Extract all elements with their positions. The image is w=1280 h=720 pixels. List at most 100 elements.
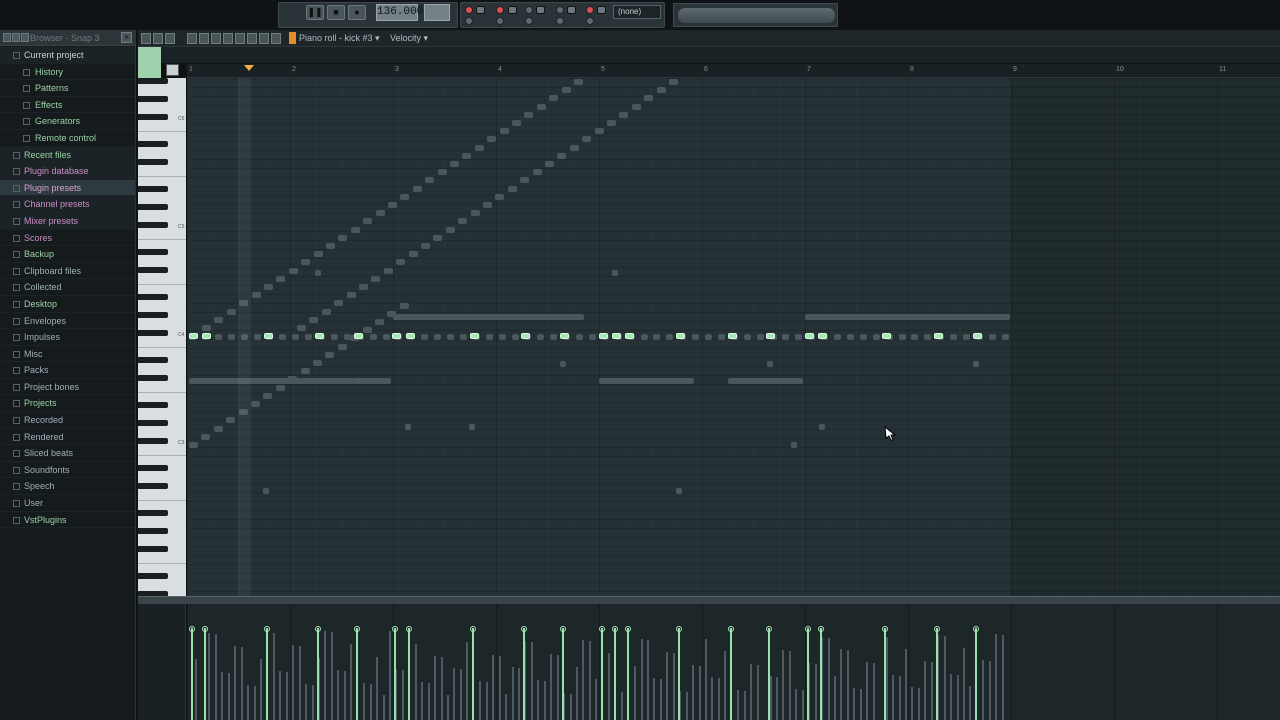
auto-led-icon[interactable] xyxy=(525,17,533,25)
black-key[interactable] xyxy=(138,312,168,318)
browser-collapse-icon[interactable] xyxy=(21,33,29,42)
note-ghost[interactable] xyxy=(251,292,261,299)
velocity-bar[interactable] xyxy=(221,672,224,720)
velocity-handle[interactable] xyxy=(354,626,360,632)
note-ghost[interactable] xyxy=(353,378,391,384)
velocity-bar-selected[interactable] xyxy=(204,628,206,720)
note-ghost[interactable] xyxy=(189,378,354,384)
velocity-bar[interactable] xyxy=(401,670,404,720)
velocity-bar[interactable] xyxy=(240,647,243,720)
note-selected[interactable] xyxy=(264,333,273,339)
note-ghost[interactable] xyxy=(872,334,880,340)
note-ghost[interactable] xyxy=(705,334,712,340)
note-ghost[interactable] xyxy=(631,103,641,110)
velocity-bar[interactable] xyxy=(608,653,611,720)
note-ghost[interactable] xyxy=(447,334,454,340)
note-ghost[interactable] xyxy=(462,152,472,159)
note-ghost[interactable] xyxy=(846,334,854,340)
note-ghost[interactable] xyxy=(834,334,841,340)
velocity-bar-selected[interactable] xyxy=(614,628,616,720)
velocity-bar[interactable] xyxy=(666,652,669,720)
note-ghost[interactable] xyxy=(594,128,604,135)
note-ghost[interactable] xyxy=(644,95,654,102)
black-key[interactable] xyxy=(138,159,168,165)
note-selected[interactable] xyxy=(818,333,827,339)
browser-item[interactable]: Impulses xyxy=(0,329,135,346)
note-ghost[interactable] xyxy=(545,161,554,167)
velocity-bar-selected[interactable] xyxy=(408,628,410,720)
note-ghost[interactable] xyxy=(445,226,455,233)
browser-item[interactable]: Soundfonts xyxy=(0,462,135,479)
browser-item[interactable]: Scores xyxy=(0,230,135,247)
close-icon[interactable]: × xyxy=(121,32,132,43)
velocity-bar[interactable] xyxy=(453,668,456,720)
browser-item[interactable]: Backup xyxy=(0,246,135,263)
note-ghost[interactable] xyxy=(485,334,493,340)
browser-item[interactable]: Misc xyxy=(0,346,135,363)
velocity-bar[interactable] xyxy=(846,650,849,720)
note-ghost[interactable] xyxy=(393,314,584,320)
note-ghost[interactable] xyxy=(743,334,751,340)
note-ghost[interactable] xyxy=(292,334,300,340)
velocity-handle[interactable] xyxy=(392,626,398,632)
velocity-bar[interactable] xyxy=(414,644,417,720)
black-key[interactable] xyxy=(138,186,168,192)
velocity-handle[interactable] xyxy=(805,626,811,632)
black-key[interactable] xyxy=(138,114,168,120)
velocity-bar[interactable] xyxy=(530,642,533,720)
velocity-bar[interactable] xyxy=(227,673,230,720)
note-ghost[interactable] xyxy=(264,284,273,290)
note-ghost[interactable] xyxy=(383,267,393,274)
magnet-icon[interactable] xyxy=(153,33,163,44)
browser-item[interactable]: User xyxy=(0,495,135,512)
velocity-bar[interactable] xyxy=(298,646,301,720)
velocity-bar[interactable] xyxy=(646,640,649,720)
note-ghost[interactable] xyxy=(640,334,648,340)
black-key[interactable] xyxy=(138,141,168,147)
note-ghost[interactable] xyxy=(756,334,764,340)
note-ghost[interactable] xyxy=(507,185,517,192)
browser-item[interactable]: Plugin database xyxy=(0,163,135,180)
step-edit-led-icon[interactable] xyxy=(496,6,504,14)
note-ghost[interactable] xyxy=(399,302,409,309)
piano-keyboard[interactable]: C6 C5 C4 C3 xyxy=(138,78,186,609)
wait-icon[interactable] xyxy=(597,6,606,14)
note-ghost[interactable] xyxy=(288,267,298,274)
note-selected[interactable] xyxy=(202,333,211,339)
velocity-bar[interactable] xyxy=(827,638,830,720)
note-selected[interactable] xyxy=(625,333,634,339)
velocity-bar[interactable] xyxy=(234,646,237,720)
velocity-bar[interactable] xyxy=(543,681,546,720)
note-selected[interactable] xyxy=(521,333,530,339)
note-ghost[interactable] xyxy=(653,334,661,340)
note-ghost[interactable] xyxy=(214,316,224,323)
note-ghost[interactable] xyxy=(369,334,377,340)
note-ghost[interactable] xyxy=(346,292,356,299)
velocity-bar[interactable] xyxy=(382,695,385,720)
note-ghost[interactable] xyxy=(437,169,447,176)
song-led-icon[interactable] xyxy=(586,17,594,25)
note-ghost[interactable] xyxy=(263,392,273,399)
note-ghost[interactable] xyxy=(474,144,484,151)
velocity-bar[interactable] xyxy=(511,667,514,720)
note-ghost[interactable] xyxy=(313,251,323,258)
velocity-bar[interactable] xyxy=(369,684,372,720)
black-key[interactable] xyxy=(138,96,168,102)
browser-item[interactable]: Speech xyxy=(0,478,135,496)
velocity-bar[interactable] xyxy=(556,655,559,720)
browser-item[interactable]: Channel presets xyxy=(0,196,135,213)
browser-item[interactable]: Effects xyxy=(0,97,135,114)
note-ghost[interactable] xyxy=(911,334,919,340)
pattern-selector[interactable] xyxy=(424,4,450,21)
brush-icon[interactable] xyxy=(199,33,209,44)
pause-button[interactable]: ❚❚ xyxy=(306,5,324,20)
note-ghost[interactable] xyxy=(434,334,442,340)
velocity-handle[interactable] xyxy=(315,626,321,632)
zoom-tool-icon[interactable] xyxy=(259,33,269,44)
note-ghost[interactable] xyxy=(359,284,368,290)
note-ghost[interactable] xyxy=(1001,334,1009,340)
note-ghost[interactable] xyxy=(619,111,629,118)
note-ghost[interactable] xyxy=(487,136,497,143)
velocity-bar[interactable] xyxy=(898,676,901,720)
note-ghost[interactable] xyxy=(313,360,322,366)
